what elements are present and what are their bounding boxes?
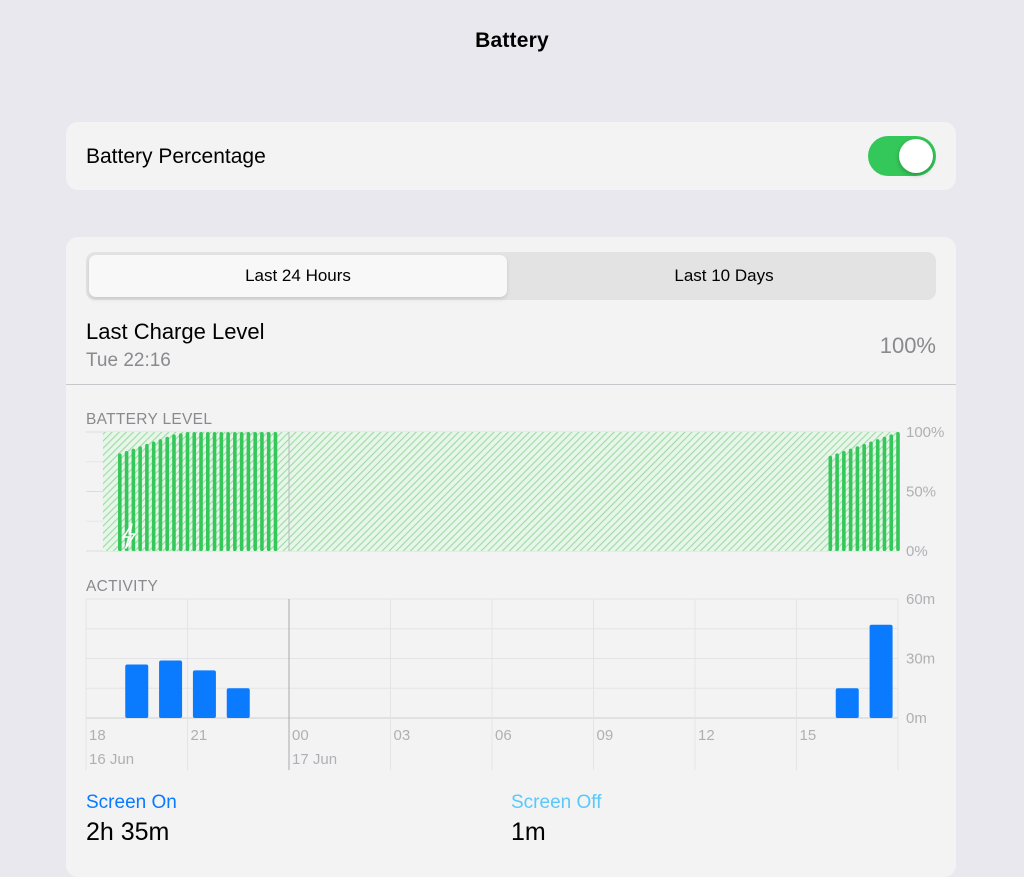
battery-bar [199, 432, 203, 551]
battery-bar [253, 432, 257, 551]
battery-bar [138, 446, 142, 551]
battery-percentage-label: Battery Percentage [86, 145, 266, 168]
battery-y-tick-label: 100% [906, 424, 944, 441]
activity-y-tick-label: 30m [906, 651, 935, 668]
x-tick-label: 09 [597, 727, 614, 744]
battery-bar [233, 432, 237, 551]
battery-bar [828, 455, 833, 551]
battery-bar [219, 432, 224, 551]
battery-bar [246, 432, 251, 551]
activity-bar [869, 624, 893, 718]
battery-bar [855, 446, 860, 551]
battery-bar [192, 432, 197, 551]
battery-bar [178, 433, 183, 551]
battery-bar [260, 432, 264, 551]
battery-bar [239, 432, 244, 551]
toggle-knob [899, 139, 933, 173]
battery-bar [145, 443, 149, 551]
activity-bar [125, 664, 149, 718]
battery-bar [882, 436, 887, 551]
x-date-label: 16 Jun [89, 751, 134, 768]
battery-bar [862, 443, 866, 551]
x-tick-label: 15 [800, 727, 817, 744]
usage-charts: 100% 50% 0% 60m 30m 0m 18 21 00 03 06 09 12 15 16 Jun… [85, 424, 944, 770]
battery-level-chart: 100% 50% 0% [86, 424, 944, 560]
battery-y-tick-label: 0% [906, 543, 928, 560]
battery-y-tick-label: 50% [906, 484, 936, 501]
x-tick-label: 21 [191, 727, 208, 744]
battery-bar [165, 436, 169, 551]
battery-bar [118, 453, 122, 551]
battery-bar [206, 432, 210, 551]
activity-y-tick-label: 0m [906, 710, 927, 727]
battery-bar [172, 434, 176, 551]
battery-percentage-row: Battery Percentage [66, 122, 956, 190]
page-title: Battery [475, 29, 549, 52]
x-tick-label: 12 [698, 727, 715, 744]
battery-bar [869, 441, 873, 551]
battery-bar [848, 448, 853, 551]
battery-bar [273, 432, 278, 551]
x-tick-label: 03 [394, 727, 411, 744]
battery-bar [185, 432, 190, 551]
battery-bar [226, 432, 230, 551]
x-tick-label: 00 [292, 727, 309, 744]
screen-off-label: Screen Off [511, 792, 602, 813]
battery-bar [212, 432, 217, 551]
battery-bar [875, 439, 880, 551]
screen-off-value: 1m [511, 818, 546, 846]
activity-bar [192, 670, 216, 718]
activity-bar [159, 660, 183, 718]
battery-bar [158, 439, 163, 551]
activity-bar [835, 688, 859, 718]
battery-bar [842, 451, 846, 551]
activity-chart: 60m 30m 0m 18 21 00 03 06 09 12 15 16 Jun 17 Jun [85, 591, 935, 770]
x-date-label: 17 Jun [292, 751, 337, 768]
battery-bar [151, 441, 156, 551]
battery-usage-card: Last 24 Hours Last 10 Days Last Charge L… [66, 237, 956, 877]
battery-bar [889, 434, 894, 551]
screen-on-value: 2h 35m [86, 818, 170, 846]
x-tick-label: 18 [89, 727, 106, 744]
activity-bar [226, 688, 250, 718]
battery-bar [896, 432, 900, 551]
battery-bar [266, 432, 271, 551]
battery-percentage-toggle[interactable] [868, 136, 936, 176]
activity-y-tick-label: 60m [906, 591, 935, 608]
battery-bar [835, 453, 839, 551]
x-tick-label: 06 [495, 727, 512, 744]
screen-on-label: Screen On [86, 792, 177, 813]
